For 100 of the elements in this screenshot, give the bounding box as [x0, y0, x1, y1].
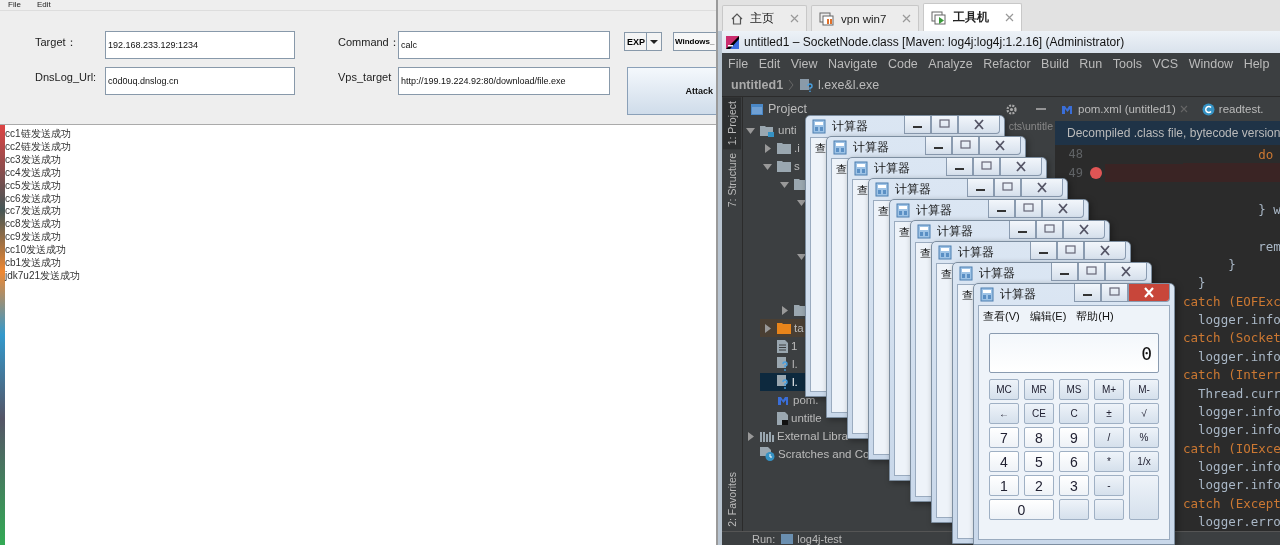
- minimize-icon[interactable]: [1030, 242, 1057, 260]
- calculator-key[interactable]: /: [1094, 427, 1124, 448]
- settings-icon[interactable]: [1005, 102, 1018, 116]
- tree-item[interactable]: s: [794, 160, 800, 172]
- tree-item[interactable]: pom.: [793, 394, 819, 406]
- tree-item[interactable]: 1: [791, 340, 798, 352]
- minimize-icon[interactable]: [925, 137, 952, 155]
- calculator-key[interactable]: MR: [1024, 379, 1054, 400]
- input-field[interactable]: 192.168.233.129:1234: [105, 31, 295, 59]
- tool-window-tab[interactable]: 7: Structure: [723, 149, 741, 212]
- minimize-icon[interactable]: [904, 116, 931, 134]
- calculator-key[interactable]: 4: [989, 451, 1019, 472]
- input-field[interactable]: http://199.19.224.92:80/download/file.exe: [398, 67, 610, 95]
- close-icon[interactable]: [1042, 200, 1084, 218]
- breadcrumb-item[interactable]: untitled1: [731, 78, 784, 92]
- menu-item[interactable]: Analyze: [928, 56, 973, 71]
- calculator-key[interactable]: √: [1129, 403, 1159, 424]
- calculator-key[interactable]: 2: [1024, 475, 1054, 496]
- menu-item[interactable]: Build: [1041, 56, 1069, 71]
- calculator-key[interactable]: MC: [989, 379, 1019, 400]
- menu-item[interactable]: File: [728, 56, 749, 71]
- close-icon[interactable]: [1063, 221, 1105, 239]
- editor-tab[interactable]: readtest.: [1201, 102, 1264, 116]
- close-icon[interactable]: [1005, 13, 1015, 22]
- tree-item[interactable]: unti: [778, 124, 797, 136]
- minimize-icon[interactable]: [988, 200, 1015, 218]
- close-icon[interactable]: [1105, 263, 1147, 281]
- minimize-icon[interactable]: [1051, 263, 1078, 281]
- expand-arrow-icon[interactable]: [745, 125, 755, 135]
- panel-title[interactable]: Project: [768, 102, 807, 116]
- calculator-key[interactable]: M+: [1094, 379, 1124, 400]
- menu-item[interactable]: 查: [920, 246, 931, 261]
- close-icon[interactable]: [1128, 284, 1170, 302]
- expand-arrow-icon[interactable]: [796, 197, 806, 207]
- calculator-key[interactable]: 1/x: [1129, 451, 1159, 472]
- menu-item[interactable]: Code: [887, 56, 918, 71]
- calculator-key[interactable]: ±: [1094, 403, 1124, 424]
- breadcrumb-item[interactable]: l.exe&l.exe: [818, 78, 880, 92]
- menu-item[interactable]: Window: [1188, 56, 1234, 71]
- input-field[interactable]: c0d0uq.dnslog.cn: [105, 67, 295, 95]
- browser-tab[interactable]: vpn win7: [811, 5, 920, 31]
- menu-item[interactable]: 查: [941, 267, 952, 282]
- input-field[interactable]: calc: [398, 31, 610, 59]
- menu-item[interactable]: View: [790, 56, 818, 71]
- tool-window-tab[interactable]: 1: Project: [723, 97, 741, 150]
- close-icon[interactable]: [958, 116, 1000, 134]
- tree-item[interactable]: l.: [792, 376, 798, 388]
- calculator-key[interactable]: ←: [989, 403, 1019, 424]
- run-tab[interactable]: log4j-test: [781, 532, 842, 545]
- menu-item[interactable]: Help: [1243, 56, 1270, 71]
- menu-item[interactable]: 查: [878, 204, 889, 219]
- minimize-icon[interactable]: [946, 158, 973, 176]
- calculator-key[interactable]: CE: [1024, 403, 1054, 424]
- menu-item[interactable]: Refactor: [983, 56, 1031, 71]
- menu-item[interactable]: VCS: [1152, 56, 1179, 71]
- tree-item[interactable]: .i: [794, 142, 800, 154]
- close-icon[interactable]: [1084, 242, 1126, 260]
- minimize-icon[interactable]: [1009, 221, 1036, 239]
- menu-item[interactable]: 查看(V): [983, 309, 1020, 324]
- calculator-key[interactable]: C: [1059, 403, 1089, 424]
- menu-item[interactable]: Navigate: [828, 56, 878, 71]
- tree-item[interactable]: l.: [792, 358, 798, 370]
- collapse-arrow-icon[interactable]: [762, 143, 772, 153]
- os-dropdown[interactable]: Windows_: [673, 32, 716, 51]
- collapse-arrow-icon[interactable]: [762, 323, 772, 333]
- menu-item[interactable]: Tools: [1112, 56, 1142, 71]
- browser-tab[interactable]: 工具机: [923, 3, 1023, 31]
- menu-item[interactable]: 编辑(E): [1029, 309, 1067, 324]
- calculator-key[interactable]: M-: [1129, 379, 1159, 400]
- calculator-key[interactable]: 8: [1024, 427, 1054, 448]
- menu-item[interactable]: 帮助(H): [1076, 309, 1114, 324]
- calculator-key[interactable]: 9: [1059, 427, 1089, 448]
- close-icon[interactable]: [1000, 158, 1042, 176]
- expand-arrow-icon[interactable]: [779, 179, 789, 189]
- expand-arrow-icon[interactable]: [762, 161, 772, 171]
- tree-item[interactable]: External Libra: [777, 430, 848, 442]
- expand-arrow-icon[interactable]: [796, 251, 806, 261]
- menu-item[interactable]: 查: [836, 162, 847, 177]
- calculator-key[interactable]: %: [1129, 427, 1159, 448]
- breakpoint-icon[interactable]: [1090, 166, 1102, 179]
- calculator-key[interactable]: *: [1094, 451, 1124, 472]
- close-icon[interactable]: [979, 137, 1021, 155]
- collapse-arrow-icon[interactable]: [745, 431, 755, 441]
- calculator-key[interactable]: 7: [989, 427, 1019, 448]
- menu-item[interactable]: Edit: [36, 0, 51, 10]
- close-icon[interactable]: [1021, 179, 1063, 197]
- calculator-key[interactable]: 1: [989, 475, 1019, 496]
- menu-item[interactable]: File: [8, 0, 21, 10]
- tree-item[interactable]: untitle: [791, 412, 822, 424]
- calculator-key[interactable]: -: [1094, 475, 1124, 496]
- tree-item[interactable]: ta: [794, 322, 804, 334]
- menu-item[interactable]: Run: [1079, 56, 1103, 71]
- attack-button[interactable]: Attack: [627, 67, 716, 115]
- menu-item[interactable]: 查: [815, 141, 826, 156]
- collapse-arrow-icon[interactable]: [779, 305, 789, 315]
- exp-dropdown[interactable]: EXP: [624, 32, 662, 51]
- calculator-key[interactable]: 6: [1059, 451, 1089, 472]
- calculator-key[interactable]: 3: [1059, 475, 1089, 496]
- calculator-key[interactable]: MS: [1059, 379, 1089, 400]
- menu-item[interactable]: Edit: [758, 56, 781, 71]
